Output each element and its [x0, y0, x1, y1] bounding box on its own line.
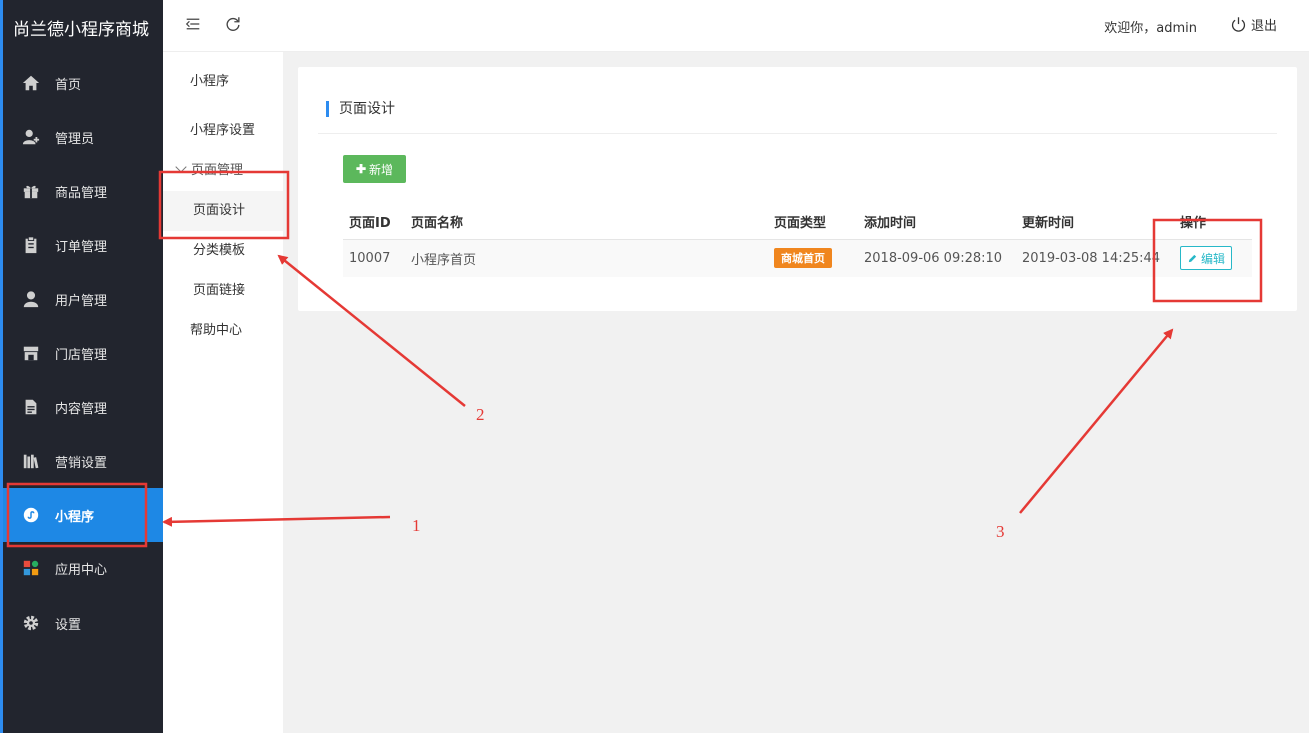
power-icon [1231, 17, 1246, 32]
edit-button-label: 编辑 [1201, 251, 1226, 266]
nav-label: 内容管理 [55, 401, 108, 417]
submenu-title: 小程序 [190, 74, 230, 89]
page-design-card: 页面设计 ✚ 新增 页面ID 页面名称 页面类型 添加时间 更新时间 操作 100… [298, 67, 1297, 311]
column-header-page-id: 页面ID [343, 205, 405, 240]
logout-label: 退出 [1250, 19, 1277, 34]
logout-button[interactable]: 退出 [1230, 15, 1277, 34]
home-icon [21, 73, 41, 93]
add-button-label: 新增 [369, 162, 394, 177]
nav-item-app-center[interactable]: 应用中心 [3, 541, 163, 595]
nav-item-admin[interactable]: 管理员 [3, 110, 163, 164]
submenu-item-mini-program-settings[interactable]: 小程序设置 [163, 111, 283, 151]
main-sidebar: 尚兰德小程序商城 首页 管理员 商品管理 订单管理 用户管理 门店管理 内容管理… [0, 0, 163, 733]
nav-item-home[interactable]: 首页 [3, 56, 163, 110]
nav-label: 应用中心 [55, 562, 108, 578]
table-header-row: 页面ID 页面名称 页面类型 添加时间 更新时间 操作 [343, 205, 1252, 240]
nav-label: 管理员 [55, 131, 95, 147]
secondary-menu: 小程序 小程序设置 页面管理 页面设计 分类模板 页面链接 帮助中心 [163, 0, 283, 733]
column-header-created-time: 添加时间 [858, 205, 1016, 240]
submenu-item-page-links[interactable]: 页面链接 [163, 271, 283, 311]
cell-page-type: 商城首页 [768, 239, 858, 277]
cell-actions: 编辑 [1174, 239, 1252, 277]
nav-item-marketing[interactable]: 营销设置 [3, 434, 163, 488]
pencil-icon [1188, 254, 1197, 262]
nav-label: 设置 [55, 617, 82, 633]
annotation-label-3: 3 [996, 522, 1005, 541]
nav-item-stores[interactable]: 门店管理 [3, 326, 163, 380]
nav-label: 用户管理 [55, 293, 108, 309]
apps-icon [21, 558, 41, 578]
chevron-down-icon [175, 161, 187, 173]
submenu-group-page-management[interactable]: 页面管理 [163, 151, 283, 191]
nav-item-products[interactable]: 商品管理 [3, 164, 163, 218]
page-type-badge: 商城首页 [774, 248, 832, 269]
nav-label: 营销设置 [55, 455, 108, 471]
top-header: 欢迎你，admin 退出 [163, 0, 1309, 52]
gift-icon [21, 181, 41, 201]
nav-item-settings[interactable]: 设置 [3, 596, 163, 650]
page-title: 页面设计 [326, 101, 395, 117]
plus-icon: ✚ [355, 162, 367, 176]
title-divider [318, 133, 1277, 134]
nav-label: 小程序 [55, 509, 95, 525]
clipboard-icon [21, 235, 41, 255]
submenu-item-help-center[interactable]: 帮助中心 [163, 311, 283, 351]
nav-label: 首页 [55, 77, 82, 93]
brand-title: 尚兰德小程序商城 [13, 20, 149, 40]
store-icon [21, 343, 41, 363]
cell-page-id: 10007 [343, 239, 405, 277]
edit-button[interactable]: 编辑 [1180, 246, 1233, 271]
nav-item-content[interactable]: 内容管理 [3, 380, 163, 434]
user-icon [21, 289, 41, 309]
welcome-text: 欢迎你，admin [1104, 21, 1197, 36]
admin-user-icon [21, 127, 41, 147]
annotation-label-1: 1 [412, 516, 421, 535]
submenu-item-page-design[interactable]: 页面设计 [163, 191, 283, 231]
cell-page-name: 小程序首页 [405, 239, 768, 277]
table-row: 10007 小程序首页 商城首页 2018-09-06 09:28:10 201… [343, 239, 1252, 277]
submenu-item-category-template[interactable]: 分类模板 [163, 231, 283, 271]
menu-collapse-icon[interactable] [184, 15, 204, 35]
nav-item-orders[interactable]: 订单管理 [3, 218, 163, 272]
column-header-actions: 操作 [1174, 205, 1252, 240]
cell-created-time: 2018-09-06 09:28:10 [858, 239, 1016, 277]
mini-program-icon [21, 505, 41, 525]
add-page-button[interactable]: ✚ 新增 [343, 155, 406, 183]
annotation-arrow-3 [1019, 328, 1174, 514]
gear-icon [21, 613, 41, 633]
nav-item-mini-program[interactable]: 小程序 [3, 488, 163, 542]
pages-table: 页面ID 页面名称 页面类型 添加时间 更新时间 操作 10007 小程序首页 … [343, 205, 1252, 277]
nav-item-users[interactable]: 用户管理 [3, 272, 163, 326]
document-icon [21, 397, 41, 417]
annotation-label-2: 2 [476, 405, 485, 424]
column-header-updated-time: 更新时间 [1016, 205, 1174, 240]
column-header-page-name: 页面名称 [405, 205, 768, 240]
nav-label: 商品管理 [55, 185, 108, 201]
cell-updated-time: 2019-03-08 14:25:44 [1016, 239, 1174, 277]
refresh-icon[interactable] [224, 15, 244, 35]
submenu-group-label: 页面管理 [191, 163, 244, 178]
nav-label: 订单管理 [55, 239, 108, 255]
column-header-page-type: 页面类型 [768, 205, 858, 240]
nav-label: 门店管理 [55, 347, 108, 363]
books-icon [21, 451, 41, 471]
